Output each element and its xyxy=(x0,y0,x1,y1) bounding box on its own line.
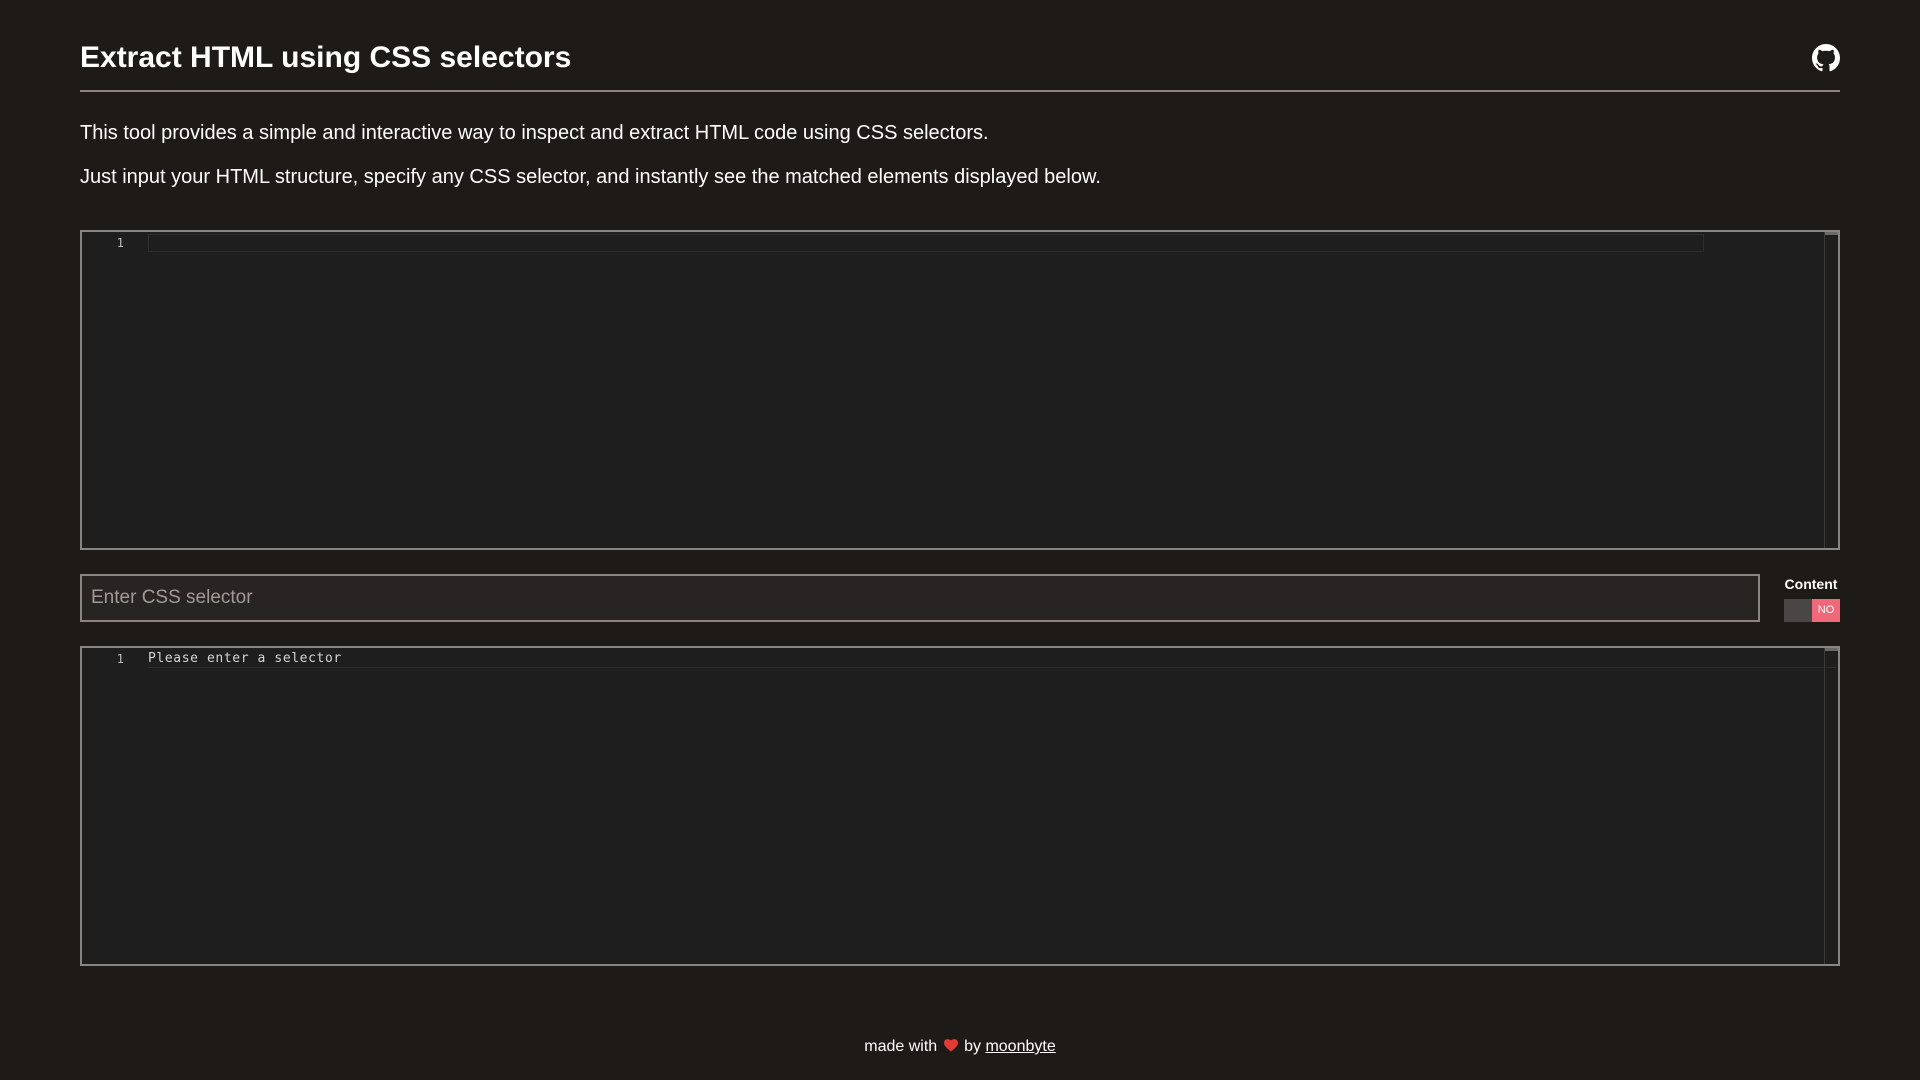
html-input-editor[interactable]: 1 xyxy=(80,230,1840,550)
output-editor-gutter: 1 xyxy=(82,648,146,964)
html-editor-gutter: 1 xyxy=(82,232,146,548)
css-selector-input[interactable] xyxy=(80,574,1760,622)
header: Extract HTML using CSS selectors xyxy=(80,0,1840,92)
intro-paragraph-2: Just input your HTML structure, specify … xyxy=(80,166,1101,188)
output-editor-line: Please enter a selector xyxy=(148,650,1836,668)
output-editor-scrollbar[interactable] xyxy=(1824,648,1838,964)
toggle-state-label: NO xyxy=(1812,599,1840,622)
heart-icon xyxy=(943,1039,958,1052)
page-title: Extract HTML using CSS selectors xyxy=(80,41,572,74)
output-editor[interactable]: 1 Please enter a selector xyxy=(80,646,1840,966)
intro-paragraph-1: This tool provides a simple and interact… xyxy=(80,122,989,144)
page: Extract HTML using CSS selectors This to… xyxy=(0,0,1920,1080)
content-toggle-label: Content xyxy=(1784,576,1838,592)
output-editor-scrollbar-thumb[interactable] xyxy=(1825,648,1838,651)
author-link[interactable]: moonbyte xyxy=(985,1038,1055,1055)
github-icon xyxy=(1812,44,1840,72)
html-editor-scrollbar[interactable] xyxy=(1824,232,1838,548)
html-editor-active-line[interactable] xyxy=(148,234,1704,252)
line-number: 1 xyxy=(116,236,124,250)
content-toggle[interactable]: NO xyxy=(1784,599,1840,622)
footer-prefix: made with xyxy=(864,1038,938,1055)
footer: made with by moonbyte xyxy=(0,1037,1920,1057)
toggle-knob xyxy=(1784,599,1812,622)
github-link[interactable] xyxy=(1812,44,1840,72)
html-editor-scrollbar-thumb[interactable] xyxy=(1825,232,1838,235)
line-number: 1 xyxy=(116,652,124,666)
footer-by: by xyxy=(964,1038,981,1055)
intro: This tool provides a simple and interact… xyxy=(80,122,1840,210)
